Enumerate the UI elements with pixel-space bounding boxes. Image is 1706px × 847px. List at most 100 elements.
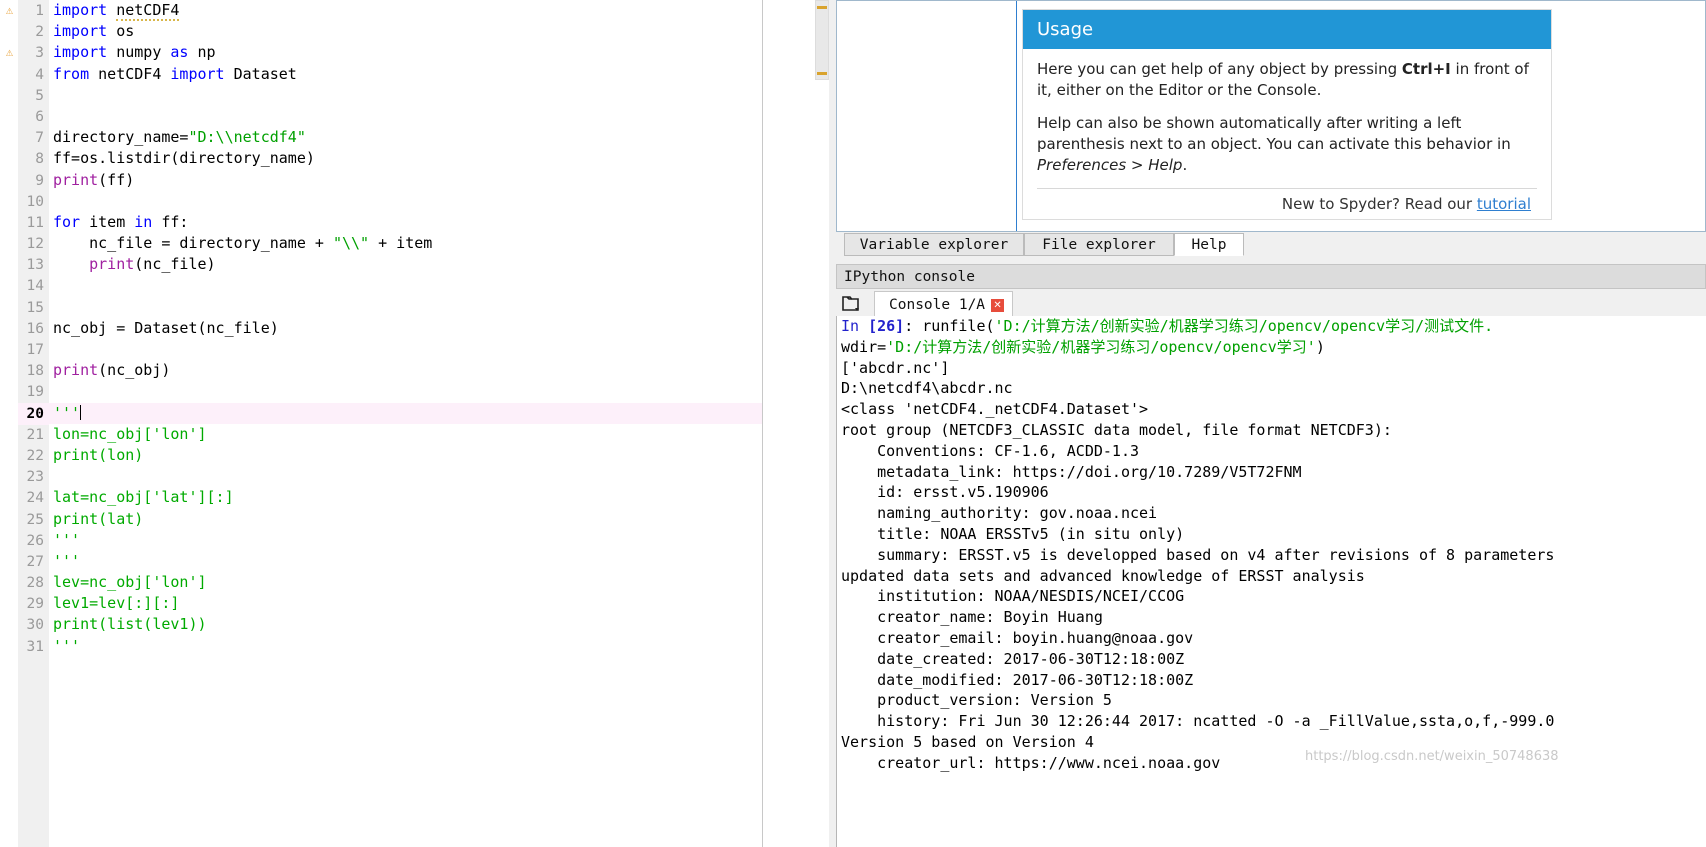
dock-tab-variable-explorer[interactable]: Variable explorer bbox=[844, 233, 1024, 256]
usage-card-body: Here you can get help of any object by p… bbox=[1023, 49, 1551, 219]
console-tab-bar[interactable]: Console 1/A ✕ bbox=[836, 290, 1706, 317]
code-line[interactable]: 3 import numpy as np bbox=[18, 42, 762, 65]
code-line[interactable]: 7 directory_name="D:\\netcdf4" bbox=[18, 127, 762, 150]
code-line[interactable]: 13 print(nc_file) bbox=[18, 254, 762, 277]
watermark-text: https://blog.csdn.net/weixin_50748638 bbox=[1305, 749, 1559, 764]
code-line[interactable]: 5 bbox=[18, 85, 762, 107]
line-number: 4 bbox=[18, 64, 49, 86]
line-number: 6 bbox=[18, 106, 49, 129]
dock-tab-file-explorer[interactable]: File explorer bbox=[1024, 233, 1174, 256]
tutorial-prefix: New to Spyder? Read our bbox=[1281, 195, 1477, 213]
line-number: 19 bbox=[18, 382, 49, 404]
line-source: directory_name="D:\\netcdf4" bbox=[53, 128, 306, 147]
code-line[interactable]: 4 from netCDF4 import Dataset bbox=[18, 64, 762, 86]
line-number: 28 bbox=[18, 573, 49, 595]
code-line[interactable]: 30 print(list(lev1)) bbox=[18, 614, 762, 637]
editor-pane[interactable]: ⚠ ⚠ 1 import netCDF4 2 import os 3 import nump… bbox=[0, 0, 762, 847]
code-line[interactable]: 26 ''' bbox=[18, 530, 762, 552]
help-panel[interactable]: Usage Here you can get help of any objec… bbox=[836, 0, 1706, 232]
line-source: print(nc_file) bbox=[89, 255, 216, 274]
usage-divider bbox=[1037, 188, 1537, 189]
console-tab-1[interactable]: Console 1/A ✕ bbox=[874, 291, 1014, 317]
code-line[interactable]: 29 lev1=lev[:][:] bbox=[18, 593, 762, 616]
line-number: 12 bbox=[18, 234, 49, 256]
code-line[interactable]: 31 ''' bbox=[18, 636, 762, 658]
console-line: Conventions: CF-1.6, ACDD-1.3 bbox=[841, 441, 1140, 460]
console-line: summary: ERSST.v5 is developped based on… bbox=[841, 545, 1555, 564]
line-source: ''' bbox=[53, 530, 81, 549]
code-line[interactable]: 16 nc_obj = Dataset(nc_file) bbox=[18, 318, 762, 341]
code-line[interactable]: 21 lon=nc_obj['lon'] bbox=[18, 424, 762, 446]
console-line: date_created: 2017-06-30T12:18:00Z bbox=[841, 649, 1185, 668]
line-number: 5 bbox=[18, 85, 49, 107]
code-line[interactable]: 19 bbox=[18, 381, 762, 404]
code-line[interactable]: 18 print(nc_obj) bbox=[18, 360, 762, 383]
code-line[interactable]: 23 bbox=[18, 466, 762, 489]
line-source: print(ff) bbox=[53, 170, 135, 189]
code-line[interactable]: 14 bbox=[18, 275, 762, 298]
code-line[interactable]: 10 bbox=[18, 191, 762, 213]
console-output[interactable]: In [26]: runfile('D:/计算方法/创新实验/机器学习练习/op… bbox=[836, 316, 1706, 847]
code-line[interactable]: 22 print(lon) bbox=[18, 445, 762, 468]
editor-warning-marker[interactable] bbox=[817, 72, 827, 75]
console-tab-label: Console 1/A bbox=[889, 297, 986, 313]
editor-edge-marker bbox=[762, 0, 763, 847]
code-line[interactable]: 6 bbox=[18, 106, 762, 129]
code-line[interactable]: 11 for item in ff: bbox=[18, 212, 762, 235]
code-line[interactable]: 17 bbox=[18, 339, 762, 362]
usage-card: Usage Here you can get help of any objec… bbox=[1022, 9, 1552, 220]
line-source: from netCDF4 import Dataset bbox=[53, 64, 297, 83]
code-line[interactable]: 27 ''' bbox=[18, 551, 762, 574]
code-area[interactable]: 1 import netCDF4 2 import os 3 import numpy a… bbox=[18, 0, 762, 847]
editor-warning-marker[interactable] bbox=[817, 6, 827, 9]
editor-scrollbar[interactable] bbox=[815, 0, 829, 847]
console-line: history: Fri Jun 30 12:26:44 2017: ncatt… bbox=[841, 712, 1555, 731]
close-icon[interactable]: ✕ bbox=[991, 299, 1005, 312]
code-line[interactable]: 12 nc_file = directory_name + "\\" + ite… bbox=[18, 233, 762, 256]
usage-p2-post: . bbox=[1182, 156, 1188, 174]
ipython-console-title: IPython console bbox=[836, 264, 1706, 289]
line-number: 8 bbox=[18, 149, 49, 171]
console-line: creator_email: boyin.huang@noaa.gov bbox=[841, 628, 1194, 647]
code-line[interactable]: 15 bbox=[18, 297, 762, 319]
usage-paragraph-1: Here you can get help of any object by p… bbox=[1037, 59, 1537, 101]
console-line: In [26]: runfile('D:/计算方法/创新实验/机器学习练习/op… bbox=[841, 317, 1494, 335]
code-line[interactable]: 9 print(ff) bbox=[18, 170, 762, 192]
code-line[interactable]: 24 lat=nc_obj['lat'][:] bbox=[18, 487, 762, 510]
code-line[interactable]: 1 import netCDF4 bbox=[18, 0, 762, 23]
line-source: print(nc_obj) bbox=[53, 361, 171, 380]
usage-p1-pre: Here you can get help of any object by p… bbox=[1037, 60, 1402, 78]
line-source: import numpy as np bbox=[53, 43, 216, 62]
line-source: lon=nc_obj['lon'] bbox=[53, 424, 207, 443]
line-source: print(lat) bbox=[53, 509, 144, 528]
browse-tabs-icon[interactable] bbox=[841, 294, 863, 313]
code-line[interactable]: 20 ''' bbox=[18, 402, 762, 425]
code-line[interactable]: 25 print(lat) bbox=[18, 509, 762, 531]
editor-scrollbar-thumb[interactable] bbox=[815, 0, 829, 80]
tutorial-link[interactable]: tutorial bbox=[1477, 195, 1531, 213]
code-line[interactable]: 2 import os bbox=[18, 21, 762, 44]
warning-gutter[interactable]: ⚠ ⚠ bbox=[0, 0, 18, 847]
line-source: ''' bbox=[53, 551, 81, 570]
usage-card-title: Usage bbox=[1023, 10, 1551, 49]
code-line[interactable]: 8 ff=os.listdir(directory_name) bbox=[18, 148, 762, 171]
code-line[interactable]: 28 lev=nc_obj['lon'] bbox=[18, 572, 762, 595]
tutorial-line: New to Spyder? Read our tutorial bbox=[1037, 193, 1537, 213]
line-number: 18 bbox=[18, 361, 49, 383]
line-number: 7 bbox=[18, 128, 49, 150]
line-number: 9 bbox=[18, 170, 49, 192]
dock-tab-bar[interactable]: Variable explorer File explorer Help bbox=[836, 233, 1706, 256]
line-number: 21 bbox=[18, 424, 49, 446]
line-number: 11 bbox=[18, 212, 49, 235]
line-source: ff=os.listdir(directory_name) bbox=[53, 149, 315, 168]
line-number: 14 bbox=[18, 276, 49, 298]
warning-triangle-icon[interactable]: ⚠ bbox=[3, 4, 16, 17]
warning-triangle-icon[interactable]: ⚠ bbox=[3, 46, 16, 59]
line-number: 3 bbox=[18, 43, 49, 65]
console-line: <class 'netCDF4._netCDF4.Dataset'> bbox=[841, 400, 1149, 419]
line-number: 25 bbox=[18, 509, 49, 531]
console-line: naming_authority: gov.noaa.ncei bbox=[841, 504, 1158, 523]
line-source: import os bbox=[53, 22, 135, 41]
dock-tab-help[interactable]: Help bbox=[1174, 233, 1244, 256]
usage-p2-menu-path: Preferences > Help bbox=[1037, 156, 1183, 174]
